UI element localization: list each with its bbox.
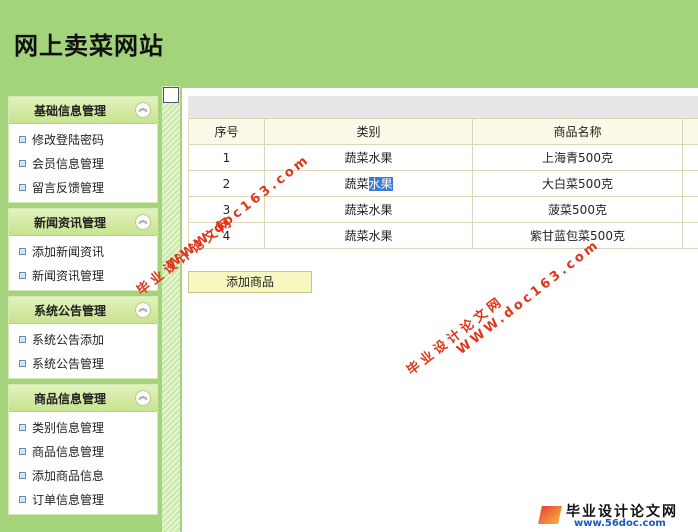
add-product-button[interactable]: 添加商品 [188, 271, 312, 293]
badge-url: www.56doc.com [574, 518, 666, 529]
header-bar: 网上卖菜网站 [0, 0, 698, 84]
panel-header[interactable]: 基础信息管理 ︽ [9, 97, 157, 124]
menu-item-member-info[interactable]: 会员信息管理 [9, 152, 157, 176]
bullet-icon [19, 184, 26, 191]
panel-news: 新闻资讯管理 ︽ 添加新闻资讯 新闻资讯管理 [8, 208, 158, 291]
menu-item-product-manage[interactable]: 商品信息管理 [9, 440, 157, 464]
frame-splitter[interactable] [162, 86, 180, 532]
panel-header[interactable]: 系统公告管理 ︽ [9, 297, 157, 324]
cell-name: 菠菜500克 [472, 196, 683, 223]
toolbar-band [188, 96, 698, 118]
menu-item-add-announcement[interactable]: 系统公告添加 [9, 328, 157, 352]
cell-category: 蔬菜水果 [264, 196, 473, 223]
menu-item-add-product[interactable]: 添加商品信息 [9, 464, 157, 488]
main-content: 序号 类别 商品名称 1 蔬菜水果 上海青500克 2 蔬菜水果 大白菜500克… [182, 88, 698, 532]
frame-toggle-button[interactable] [163, 87, 179, 103]
collapse-icon[interactable]: ︽ [135, 214, 151, 230]
panel-title: 基础信息管理 [33, 104, 106, 118]
panel-header[interactable]: 新闻资讯管理 ︽ [9, 209, 157, 236]
collapse-icon[interactable]: ︽ [135, 302, 151, 318]
watermark-badge: 毕业设计论文网 www.56doc.com [534, 500, 698, 532]
cell-extra [682, 170, 698, 197]
cell-name: 紫甘蓝包菜500克 [472, 222, 683, 249]
bullet-icon [19, 448, 26, 455]
column-header-extra [682, 118, 698, 145]
panel-title: 系统公告管理 [33, 304, 106, 318]
table-header-row: 序号 类别 商品名称 [188, 118, 698, 145]
bullet-icon [19, 472, 26, 479]
bullet-icon [19, 248, 26, 255]
menu-item-announcement-manage[interactable]: 系统公告管理 [9, 352, 157, 376]
column-header-name: 商品名称 [472, 118, 683, 145]
menu-item-feedback[interactable]: 留言反馈管理 [9, 176, 157, 200]
column-header-category: 类别 [264, 118, 473, 145]
bullet-icon [19, 336, 26, 343]
bullet-icon [19, 160, 26, 167]
cell-name: 大白菜500克 [472, 170, 683, 197]
collapse-icon[interactable]: ︽ [135, 390, 151, 406]
menu-item-category-manage[interactable]: 类别信息管理 [9, 416, 157, 440]
sidebar: 基础信息管理 ︽ 修改登陆密码 会员信息管理 留言反馈管理 新闻资讯管理 ︽ 添… [0, 86, 162, 532]
table-row[interactable]: 4 蔬菜水果 紫甘蓝包菜500克 [188, 222, 698, 249]
bullet-icon [19, 424, 26, 431]
cell-id: 1 [188, 144, 265, 171]
panel-header[interactable]: 商品信息管理 ︽ [9, 385, 157, 412]
collapse-icon[interactable]: ︽ [135, 102, 151, 118]
menu-item-order-manage[interactable]: 订单信息管理 [9, 488, 157, 512]
panel-title: 商品信息管理 [33, 392, 106, 406]
cell-category: 蔬菜水果 [264, 222, 473, 249]
bullet-icon [19, 136, 26, 143]
cell-extra [682, 196, 698, 223]
cell-extra [682, 222, 698, 249]
table-row[interactable]: 1 蔬菜水果 上海青500克 [188, 144, 698, 171]
selected-text-highlight: 水果 [368, 177, 393, 191]
panel-basic-info: 基础信息管理 ︽ 修改登陆密码 会员信息管理 留言反馈管理 [8, 96, 158, 203]
cell-category-text: 蔬菜 [344, 177, 369, 191]
bullet-icon [19, 496, 26, 503]
panel-products: 商品信息管理 ︽ 类别信息管理 商品信息管理 添加商品信息 订单信息管理 [8, 384, 158, 515]
bullet-icon [19, 360, 26, 367]
logo-icon [538, 506, 562, 524]
panel-announcements: 系统公告管理 ︽ 系统公告添加 系统公告管理 [8, 296, 158, 379]
menu-item-add-news[interactable]: 添加新闻资讯 [9, 240, 157, 264]
cell-extra [682, 144, 698, 171]
column-header-id: 序号 [188, 118, 265, 145]
panel-title: 新闻资讯管理 [33, 216, 106, 230]
menu-item-change-password[interactable]: 修改登陆密码 [9, 128, 157, 152]
cell-name: 上海青500克 [472, 144, 683, 171]
site-title: 网上卖菜网站 [14, 31, 164, 60]
bullet-icon [19, 272, 26, 279]
